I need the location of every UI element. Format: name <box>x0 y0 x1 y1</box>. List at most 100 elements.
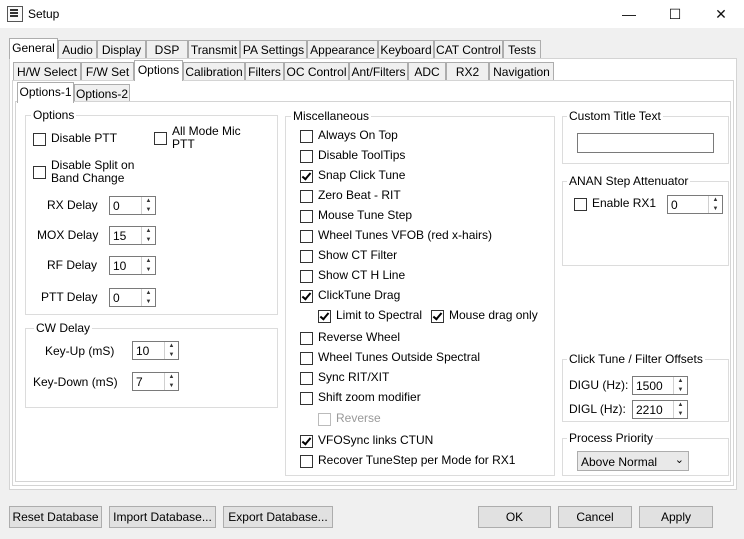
checkbox-label: Always On Top <box>318 128 398 142</box>
snap-click-tune-checkbox[interactable]: Snap Click Tune <box>300 169 405 183</box>
checkbox-label: Wheel Tunes VFOB (red x-hairs) <box>318 228 493 242</box>
disable-split-checkbox[interactable]: Disable Split on Band Change <box>33 159 134 185</box>
zero-beat-rit-checkbox[interactable]: Zero Beat - RIT <box>300 189 401 203</box>
process-priority-select[interactable]: Above Normal ⌄ <box>577 451 689 471</box>
checkbox-label: Disable ToolTips <box>318 148 406 162</box>
disable-tooltips-checkbox[interactable]: Disable ToolTips <box>300 149 405 163</box>
spin-down-icon[interactable]: ▼ <box>142 266 155 274</box>
tab-general[interactable]: General <box>9 38 58 59</box>
sync-rit-xit-checkbox[interactable]: Sync RIT/XIT <box>300 371 389 385</box>
tab-ant-filters[interactable]: Ant/Filters <box>349 62 408 81</box>
clicktune-drag-checkbox[interactable]: ClickTune Drag <box>300 289 400 303</box>
spin-down-icon[interactable]: ▼ <box>142 298 155 306</box>
spin-down-icon[interactable]: ▼ <box>709 205 722 213</box>
key-down-value: 7 <box>136 375 143 389</box>
enable-rx1-checkbox[interactable]: Enable RX1 <box>574 197 656 211</box>
checkbox-label: Enable RX1 <box>592 196 657 210</box>
ptt-delay-spinner[interactable]: 0 ▲ ▼ <box>109 288 156 307</box>
digl-spinner[interactable]: 2210 ▲ ▼ <box>632 400 688 419</box>
recover-tunestep-checkbox[interactable]: Recover TuneStep per Mode for RX1 <box>300 454 515 468</box>
key-up-spinner[interactable]: 10 ▲ ▼ <box>132 341 179 360</box>
limit-to-spectral-checkbox[interactable]: Limit to Spectral <box>318 309 422 323</box>
disable-ptt-checkbox[interactable]: Disable PTT <box>33 132 117 146</box>
tab-oc-control[interactable]: OC Control <box>284 62 349 81</box>
spin-down-icon[interactable]: ▼ <box>165 351 178 359</box>
mox-delay-value: 15 <box>113 229 127 243</box>
digl-label: DIGL (Hz): <box>569 402 626 416</box>
checkbox-label: Limit to Spectral <box>336 308 423 322</box>
options-group-title: Options <box>31 108 77 122</box>
tab-navigation[interactable]: Navigation <box>489 62 554 81</box>
export-database-button[interactable]: Export Database... <box>223 506 333 528</box>
anan-attenuator-spinner[interactable]: 0 ▲ ▼ <box>667 195 723 214</box>
rx-delay-spinner[interactable]: 0 ▲ ▼ <box>109 196 156 215</box>
spin-down-icon[interactable]: ▼ <box>674 410 687 418</box>
maximize-button[interactable]: ☐ <box>652 0 698 28</box>
cw-delay-title: CW Delay <box>34 321 93 335</box>
tab-adc[interactable]: ADC <box>408 62 446 81</box>
tab-fw-set[interactable]: F/W Set <box>81 62 134 81</box>
mox-delay-spinner[interactable]: 15 ▲ ▼ <box>109 226 156 245</box>
tab-rx2[interactable]: RX2 <box>446 62 489 81</box>
key-down-spinner[interactable]: 7 ▲ ▼ <box>132 372 179 391</box>
spin-up-icon[interactable]: ▲ <box>142 197 155 205</box>
spin-down-icon[interactable]: ▼ <box>142 236 155 244</box>
tab-pa-settings[interactable]: PA Settings <box>240 40 307 59</box>
tab-cat-control[interactable]: CAT Control <box>434 40 503 59</box>
vfosync-links-ctun-checkbox[interactable]: VFOSync links CTUN <box>300 434 433 448</box>
reset-database-button[interactable]: Reset Database <box>9 506 102 528</box>
spin-up-icon[interactable]: ▲ <box>709 196 722 204</box>
show-ct-h-line-checkbox[interactable]: Show CT H Line <box>300 269 405 283</box>
spin-up-icon[interactable]: ▲ <box>165 373 178 381</box>
window-title: Setup <box>28 7 60 21</box>
tab-transmit[interactable]: Transmit <box>188 40 240 59</box>
tab-tests[interactable]: Tests <box>503 40 541 59</box>
tab-options[interactable]: Options <box>134 60 183 81</box>
process-priority-value: Above Normal <box>581 455 658 469</box>
shift-zoom-modifier-checkbox[interactable]: Shift zoom modifier <box>300 391 421 405</box>
tab-audio[interactable]: Audio <box>58 40 97 59</box>
cancel-button[interactable]: Cancel <box>558 506 632 528</box>
all-mode-mic-ptt-checkbox[interactable]: All Mode Mic PTT <box>154 125 241 151</box>
spin-up-icon[interactable]: ▲ <box>674 377 687 385</box>
spin-up-icon[interactable]: ▲ <box>142 289 155 297</box>
ptt-delay-label: PTT Delay <box>41 290 98 304</box>
tab-dsp[interactable]: DSP <box>146 40 188 59</box>
ok-button[interactable]: OK <box>478 506 551 528</box>
tab-hw-select[interactable]: H/W Select <box>13 62 81 81</box>
custom-title-input[interactable] <box>577 133 714 153</box>
reverse-checkbox[interactable]: Reverse <box>318 412 381 426</box>
apply-button[interactable]: Apply <box>639 506 713 528</box>
reverse-wheel-checkbox[interactable]: Reverse Wheel <box>300 331 400 345</box>
mouse-tune-step-checkbox[interactable]: Mouse Tune Step <box>300 209 412 223</box>
tab-filters[interactable]: Filters <box>245 62 284 81</box>
checkbox-label: Sync RIT/XIT <box>318 370 390 384</box>
spin-up-icon[interactable]: ▲ <box>165 342 178 350</box>
close-button[interactable]: ✕ <box>698 0 744 28</box>
wheel-tunes-vfob-checkbox[interactable]: Wheel Tunes VFOB (red x-hairs) <box>300 229 492 243</box>
wheel-tunes-outside-spectral-checkbox[interactable]: Wheel Tunes Outside Spectral <box>300 351 480 365</box>
spin-up-icon[interactable]: ▲ <box>142 257 155 265</box>
spin-down-icon[interactable]: ▼ <box>165 382 178 390</box>
spin-up-icon[interactable]: ▲ <box>674 401 687 409</box>
tab-keyboard[interactable]: Keyboard <box>378 40 434 59</box>
process-priority-title: Process Priority <box>567 431 656 445</box>
always-on-top-checkbox[interactable]: Always On Top <box>300 129 398 143</box>
spin-down-icon[interactable]: ▼ <box>142 206 155 214</box>
spin-down-icon[interactable]: ▼ <box>674 386 687 394</box>
tab-options-1[interactable]: Options-1 <box>17 82 74 103</box>
rf-delay-spinner[interactable]: 10 ▲ ▼ <box>109 256 156 275</box>
tab-calibration[interactable]: Calibration <box>183 62 245 81</box>
digu-spinner[interactable]: 1500 ▲ ▼ <box>632 376 688 395</box>
import-database-button[interactable]: Import Database... <box>109 506 216 528</box>
show-ct-filter-checkbox[interactable]: Show CT Filter <box>300 249 397 263</box>
checkbox-label: Zero Beat - RIT <box>318 188 401 202</box>
tab-appearance[interactable]: Appearance <box>307 40 378 59</box>
mouse-drag-only-checkbox[interactable]: Mouse drag only <box>431 309 538 323</box>
tab-display[interactable]: Display <box>97 40 146 59</box>
spin-up-icon[interactable]: ▲ <box>142 227 155 235</box>
checkbox-label: Snap Click Tune <box>318 168 406 182</box>
disable-split-label-2: Band Change <box>51 171 125 185</box>
checkbox-label: Wheel Tunes Outside Spectral <box>318 350 481 364</box>
minimize-button[interactable]: — <box>606 0 652 28</box>
